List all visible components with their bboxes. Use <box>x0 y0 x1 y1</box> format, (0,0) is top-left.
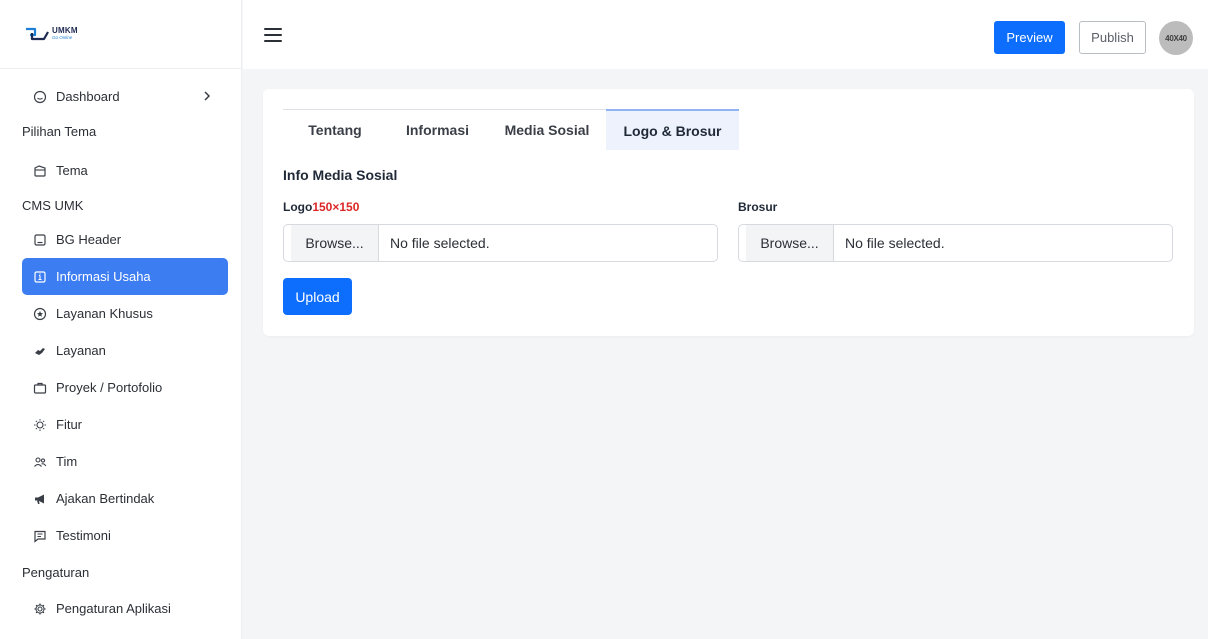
menu-toggle-icon[interactable] <box>264 28 282 42</box>
sidebar-item-label: Layanan <box>56 343 106 358</box>
tab-bar: Tentang Informasi Media Sosial Logo & Br… <box>283 109 739 150</box>
brand-name: UMKM <box>52 26 78 36</box>
palette-icon <box>33 164 47 178</box>
sidebar-item-informasi-usaha[interactable]: Informasi Usaha <box>22 258 228 295</box>
sidebar-item-label: Pengaturan Aplikasi <box>56 601 171 616</box>
preview-button[interactable]: Preview <box>994 21 1065 54</box>
sidebar-item-label: BG Header <box>56 232 122 247</box>
info-box-icon <box>33 270 47 284</box>
briefcase-icon <box>33 381 47 395</box>
sidebar-item-label: Ajakan Bertindak <box>56 491 155 506</box>
section-title: Info Media Sosial <box>283 167 398 183</box>
gear-icon <box>33 602 47 616</box>
sidebar-item-label: Proyek / Portofolio <box>56 380 163 395</box>
sidebar-item-testimoni[interactable]: Testimoni <box>22 517 228 554</box>
sidebar-item-ajakan-bertindak[interactable]: Ajakan Bertindak <box>22 480 228 517</box>
image-icon <box>33 233 47 247</box>
sidebar-item-layanan[interactable]: Layanan <box>22 332 228 369</box>
sidebar-item-label: Informasi Usaha <box>56 269 151 284</box>
avatar[interactable]: 40X40 <box>1159 21 1193 55</box>
tab-logo-brosur[interactable]: Logo & Brosur <box>606 109 739 150</box>
sidebar-item-layanan-khusus[interactable]: Layanan Khusus <box>22 295 228 332</box>
sidebar-item-tim[interactable]: Tim <box>22 443 228 480</box>
sidebar: UMKM Go Online Dashboard Pilihan Tema Te… <box>0 0 242 639</box>
sidebar-item-bg-header[interactable]: BG Header <box>22 221 228 258</box>
brosur-file-status: No file selected. <box>845 235 945 251</box>
sidebar-item-tema[interactable]: Tema <box>22 152 228 189</box>
upload-button[interactable]: Upload <box>283 278 352 315</box>
logo-area: UMKM Go Online <box>0 0 241 69</box>
sidebar-item-label: Testimoni <box>56 528 111 543</box>
sidebar-item-dashboard[interactable]: Dashboard <box>22 78 228 115</box>
logo-file-input[interactable]: Browse... No file selected. <box>283 224 718 262</box>
megaphone-icon <box>33 492 47 506</box>
tab-informasi[interactable]: Informasi <box>387 110 488 150</box>
logo-label: Logo150×150 <box>283 200 359 214</box>
sidebar-item-label: Dashboard <box>56 89 120 104</box>
tab-tentang[interactable]: Tentang <box>283 110 387 150</box>
section-pilihan-tema: Pilihan Tema <box>22 124 97 139</box>
brosur-file-input[interactable]: Browse... No file selected. <box>738 224 1173 262</box>
bulb-icon <box>33 418 47 432</box>
circle-icon <box>33 90 47 104</box>
brand-logo-mark <box>26 27 49 41</box>
logo-size-hint: 150×150 <box>312 200 360 214</box>
sidebar-item-label: Layanan Khusus <box>56 306 153 321</box>
tab-media-sosial[interactable]: Media Sosial <box>488 110 606 150</box>
section-cms-umk: CMS UMK <box>22 198 84 213</box>
sidebar-item-fitur[interactable]: Fitur <box>22 406 228 443</box>
brand-tagline: Go Online <box>52 35 73 41</box>
content-card: Tentang Informasi Media Sosial Logo & Br… <box>263 89 1194 336</box>
brosur-label: Brosur <box>738 200 778 214</box>
section-pengaturan: Pengaturan <box>22 565 90 580</box>
sidebar-item-proyek-portofolio[interactable]: Proyek / Portofolio <box>22 369 228 406</box>
handshake-icon <box>33 344 47 358</box>
star-circle-icon <box>33 307 47 321</box>
topbar: Preview Publish 40X40 <box>243 0 1208 69</box>
logo-label-text: Logo <box>283 200 313 214</box>
chevron-right-icon <box>202 89 212 103</box>
users-icon <box>33 455 47 469</box>
sidebar-item-label: Tim <box>56 454 78 469</box>
sidebar-item-pengaturan-aplikasi[interactable]: Pengaturan Aplikasi <box>22 590 228 627</box>
message-icon <box>33 529 47 543</box>
brand-logo[interactable]: UMKM Go Online <box>24 25 78 43</box>
sidebar-item-label: Fitur <box>56 417 82 432</box>
logo-file-status: No file selected. <box>390 235 490 251</box>
publish-button[interactable]: Publish <box>1079 21 1146 54</box>
sidebar-item-label: Tema <box>56 163 88 178</box>
logo-browse-button[interactable]: Browse... <box>291 225 379 261</box>
brosur-browse-button[interactable]: Browse... <box>746 225 834 261</box>
